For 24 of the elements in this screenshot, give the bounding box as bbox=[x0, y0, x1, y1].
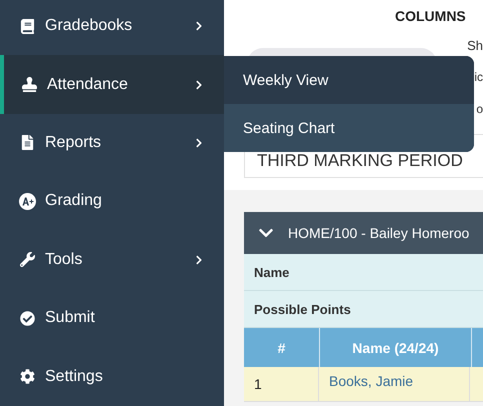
info-row: Name bbox=[244, 254, 483, 291]
columns-heading: COLUMNS bbox=[395, 8, 467, 24]
gradebook-header[interactable]: HOME/100 - Bailey Homeroo bbox=[244, 212, 483, 254]
grade-icon bbox=[18, 192, 36, 210]
sidebar-item[interactable]: Tools bbox=[0, 230, 224, 289]
document-icon bbox=[20, 135, 34, 150]
column-option: Sh bbox=[467, 38, 483, 53]
student-link[interactable]: Books, Jamie bbox=[329, 373, 414, 389]
column-option: ic bbox=[474, 70, 483, 84]
sidebar-item[interactable]: Attendance bbox=[0, 55, 224, 114]
stamp-icon bbox=[22, 77, 36, 92]
gradebook-title: HOME/100 - Bailey Homeroo bbox=[288, 225, 470, 241]
info-row: Possible Points bbox=[244, 291, 483, 328]
sidebar-item[interactable]: Gradebooks bbox=[0, 0, 224, 56]
submenu-item[interactable]: Seating Chart bbox=[224, 104, 474, 152]
table-cell: 1 bbox=[244, 367, 319, 401]
sidebar-item[interactable]: Submit bbox=[0, 288, 224, 348]
settings-icon bbox=[20, 369, 34, 384]
book-icon bbox=[20, 18, 34, 34]
column-option: o bbox=[476, 102, 483, 116]
sidebar-item[interactable]: Reports bbox=[0, 114, 224, 172]
sidebar-item[interactable]: Grading bbox=[0, 172, 224, 231]
sidebar-item[interactable]: Settings bbox=[0, 347, 224, 406]
wrench-icon bbox=[20, 252, 34, 268]
